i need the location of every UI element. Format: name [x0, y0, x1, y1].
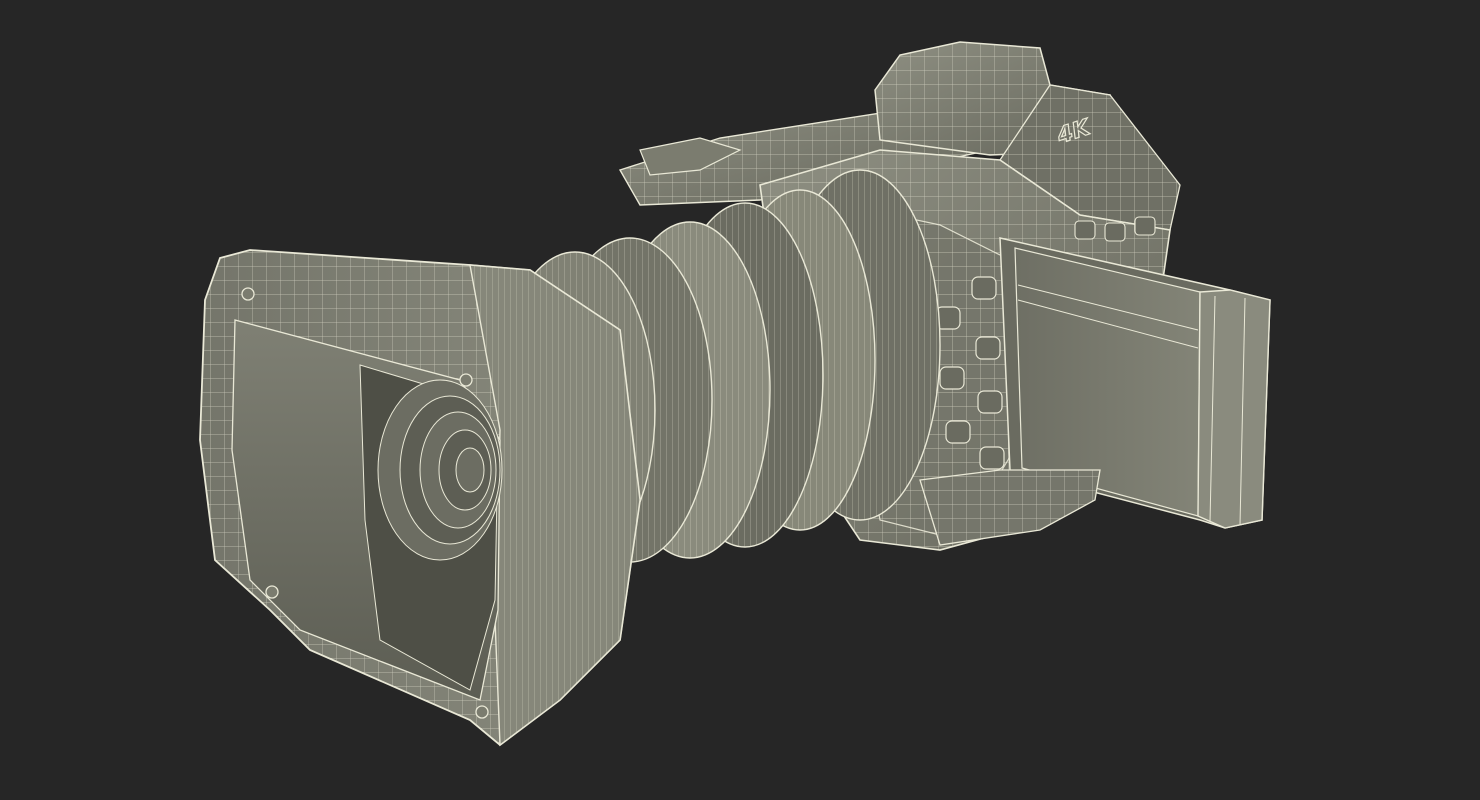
hood-screw-icon — [241, 287, 255, 301]
hood-screw-icon — [475, 705, 489, 719]
front-lens-glass — [377, 379, 503, 561]
control-button — [1104, 222, 1126, 242]
control-button — [977, 390, 1003, 414]
control-button — [975, 336, 1001, 360]
hood-screw-icon — [265, 585, 279, 599]
control-button — [939, 366, 965, 390]
lens-element — [455, 447, 485, 493]
control-button — [1074, 220, 1096, 240]
control-button — [979, 446, 1005, 470]
control-button — [1134, 216, 1156, 236]
control-button — [971, 276, 997, 300]
hood-screw-icon — [459, 373, 473, 387]
camcorder-render: 4K — [0, 0, 1480, 800]
render-viewport: 4K — [0, 0, 1480, 800]
control-button — [945, 420, 971, 444]
